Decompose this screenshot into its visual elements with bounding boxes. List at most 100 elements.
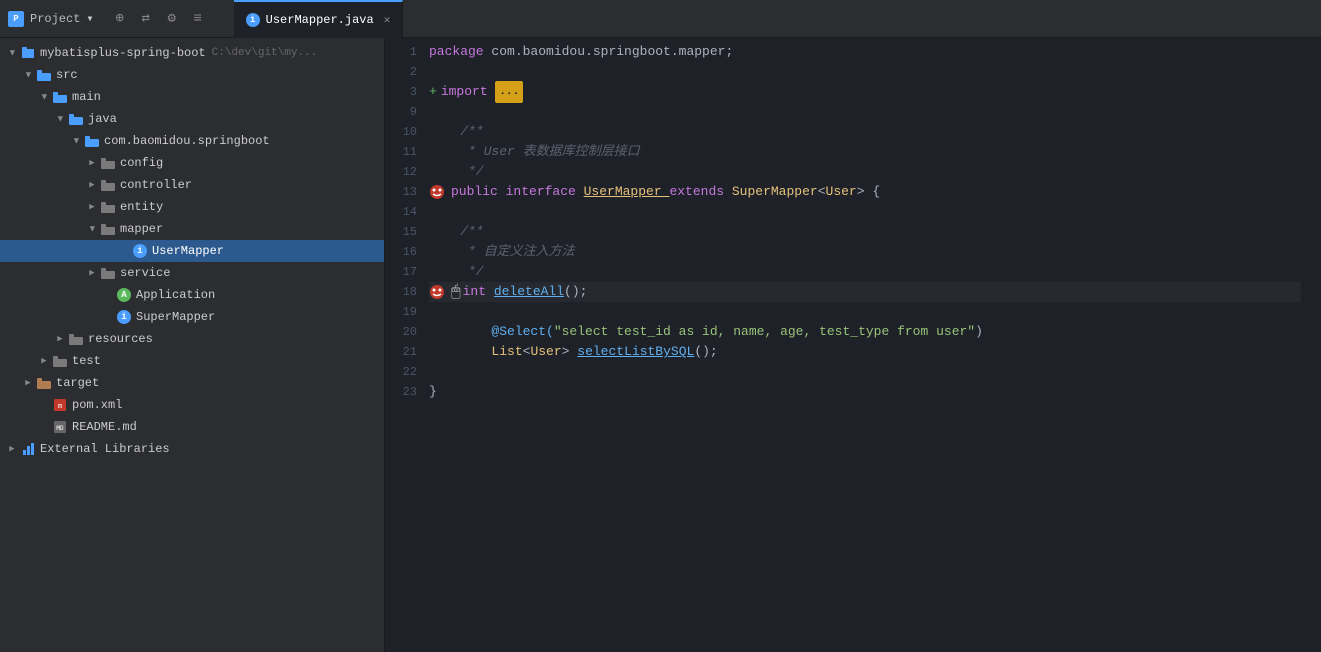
ln-1: 1 [385, 42, 417, 62]
code-line-21: List < User > selectListBySQL (); [429, 342, 1301, 362]
ln-11: 11 [385, 142, 417, 162]
label-readme: README.md [72, 420, 137, 434]
sidebar-item-package[interactable]: ▶ com.baomidou.springboot [0, 130, 384, 152]
code-line-2 [429, 62, 1301, 82]
sidebar-item-readme[interactable]: ▶ MD README.md [0, 416, 384, 438]
sidebar-item-main[interactable]: ▶ main [0, 86, 384, 108]
sidebar-item-service[interactable]: ▶ service [0, 262, 384, 284]
label-test: test [72, 354, 101, 368]
title-bar: P Project ▾ ⊕ ⇄ ⚙ ≡ i UserMapper.java ✕ [0, 0, 1321, 38]
ln-20: 20 [385, 322, 417, 342]
import-dots[interactable]: ... [495, 81, 523, 103]
sidebar[interactable]: ▶ mybatisplus-spring-boot C:\dev\git\my.… [0, 38, 385, 652]
code-line-19 [429, 302, 1301, 322]
tab-info-icon: i [246, 13, 260, 27]
kw-interface: interface [506, 182, 584, 202]
anno-close: ) [975, 322, 983, 342]
cls-user: User [826, 182, 857, 202]
svg-text:m: m [58, 402, 62, 410]
icon-package [84, 133, 100, 149]
action-sync[interactable]: ⇄ [138, 11, 154, 27]
ln-21: 21 [385, 342, 417, 362]
label-package: com.baomidou.springboot [104, 134, 270, 148]
code-line-9 [429, 102, 1301, 122]
code-line-17: */ [429, 262, 1301, 282]
bug-icon-13 [429, 184, 445, 200]
fn-selectlistbysql: selectListBySQL [577, 342, 694, 362]
label-usermapper: UserMapper [152, 244, 224, 258]
main-layout: ▶ mybatisplus-spring-boot C:\dev\git\my.… [0, 38, 1321, 652]
icon-readme: MD [52, 419, 68, 435]
kw-int: int [463, 282, 494, 302]
pkg-name: com.baomidou.springboot.mapper; [491, 42, 733, 62]
arrow-mapper: ▶ [84, 221, 100, 237]
project-icon: P [8, 11, 24, 27]
icon-usermapper: i [132, 243, 148, 259]
action-settings[interactable]: ⚙ [164, 11, 180, 27]
icon-mybatisplus [20, 45, 36, 61]
icon-application: A [116, 287, 132, 303]
icon-test [52, 353, 68, 369]
sidebar-item-mybatisplus[interactable]: ▶ mybatisplus-spring-boot C:\dev\git\my.… [0, 42, 384, 64]
sidebar-item-config[interactable]: ▶ config [0, 152, 384, 174]
label-controller: controller [120, 178, 192, 192]
project-dropdown[interactable]: ▾ [86, 11, 93, 26]
iface-usermapper: UserMapper [584, 182, 670, 202]
code-line-15: /** [429, 222, 1301, 242]
arrow-config: ▶ [84, 155, 100, 171]
ln-10: 10 [385, 122, 417, 142]
code-container: 1 2 3 9 10 11 12 13 14 15 16 17 18 19 20… [385, 38, 1321, 652]
gen-open: < [523, 342, 531, 362]
svg-text:MD: MD [56, 425, 64, 432]
ln-23: 23 [385, 382, 417, 402]
code-line-11: * User 表数据库控制层接口 [429, 142, 1301, 162]
usermapper-info-icon: i [133, 244, 147, 258]
line-numbers: 1 2 3 9 10 11 12 13 14 15 16 17 18 19 20… [385, 42, 429, 648]
sidebar-item-supermapper[interactable]: ▶ i SuperMapper [0, 306, 384, 328]
paren-selectlist: (); [694, 342, 717, 362]
cm-user-desc: * User 表数据库控制层接口 [429, 142, 640, 162]
sidebar-item-java[interactable]: ▶ java [0, 108, 384, 130]
arrow-resources: ▶ [52, 331, 68, 347]
code-line-3: + import ... [429, 82, 1301, 102]
sidebar-item-controller[interactable]: ▶ controller [0, 174, 384, 196]
application-app-icon: A [117, 288, 131, 302]
sidebar-item-mapper[interactable]: ▶ mapper [0, 218, 384, 240]
sidebar-item-test[interactable]: ▶ test [0, 350, 384, 372]
cm-open: /** [429, 122, 484, 142]
sidebar-item-src[interactable]: ▶ src [0, 64, 384, 86]
label-extlibs: External Libraries [40, 442, 170, 456]
arrow-controller: ▶ [84, 177, 100, 193]
ln-16: 16 [385, 242, 417, 262]
sidebar-item-application[interactable]: ▶ A Application [0, 284, 384, 306]
cls-list: List [491, 342, 522, 362]
tab-close-icon[interactable]: ✕ [384, 13, 391, 27]
ln-13: 13 [385, 182, 417, 202]
cm-custom-method: * 自定义注入方法 [429, 242, 575, 262]
arrow-mybatisplus: ▶ [4, 45, 20, 61]
indent-21 [429, 342, 491, 362]
sidebar-item-pom[interactable]: ▶ m pom.xml [0, 394, 384, 416]
cls-user2: User [530, 342, 561, 362]
code-line-13: public interface UserMapper extends Supe… [429, 182, 1301, 202]
action-menu[interactable]: ≡ [190, 11, 206, 27]
ln-22: 22 [385, 362, 417, 382]
tab-usermapper[interactable]: i UserMapper.java ✕ [234, 0, 404, 38]
sidebar-item-extlibs[interactable]: ▶ External Libraries [0, 438, 384, 460]
label-java: java [88, 112, 117, 126]
code-editor[interactable]: 1 2 3 9 10 11 12 13 14 15 16 17 18 19 20… [385, 38, 1321, 652]
ln-14: 14 [385, 202, 417, 222]
kw-import: import [441, 82, 496, 102]
ln-15: 15 [385, 222, 417, 242]
ln-19: 19 [385, 302, 417, 322]
label-mapper: mapper [120, 222, 163, 236]
code-line-1: package com.baomidou.springboot.mapper; [429, 42, 1301, 62]
closing-brace: } [429, 382, 437, 402]
arrow-package: ▶ [68, 133, 84, 149]
sidebar-item-entity[interactable]: ▶ entity [0, 196, 384, 218]
sidebar-item-target[interactable]: ▶ target [0, 372, 384, 394]
arrow-entity: ▶ [84, 199, 100, 215]
action-add[interactable]: ⊕ [112, 11, 128, 27]
sidebar-item-resources[interactable]: ▶ resources [0, 328, 384, 350]
sidebar-item-usermapper[interactable]: ▶ i UserMapper [0, 240, 384, 262]
